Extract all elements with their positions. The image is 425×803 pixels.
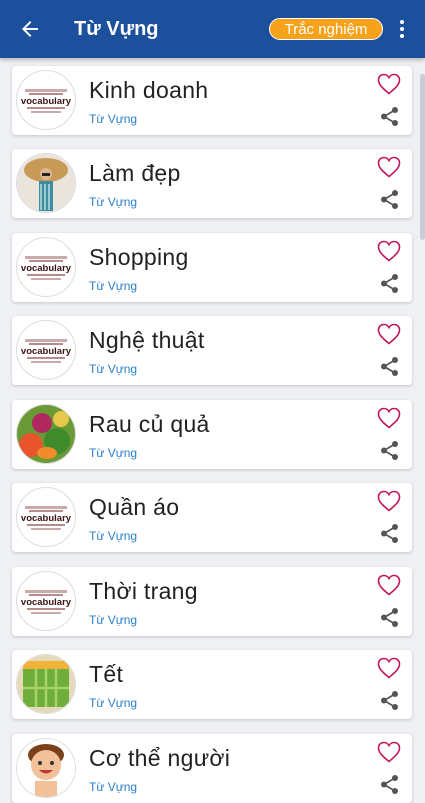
topic-category: Từ Vựng xyxy=(89,112,138,126)
list-item[interactable]: vocabulary Nghệ thuật Từ Vựng xyxy=(12,316,412,385)
share-icon[interactable] xyxy=(379,106,400,127)
topic-category: Từ Vựng xyxy=(89,529,138,543)
favorite-heart-icon[interactable] xyxy=(377,490,401,512)
topic-title: Shopping xyxy=(89,244,189,270)
vocabulary-thumbnail: vocabulary xyxy=(16,320,76,380)
favorite-heart-icon[interactable] xyxy=(377,657,401,679)
list-item[interactable]: Làm đẹp Từ Vựng xyxy=(12,149,412,218)
share-icon[interactable] xyxy=(379,690,400,711)
vegetables-thumbnail xyxy=(16,404,76,464)
list-item[interactable]: Rau củ quả Từ Vựng xyxy=(12,400,412,469)
quiz-button[interactable]: Trắc nghiệm xyxy=(269,18,383,40)
list-item[interactable]: Cơ thể người Từ Vựng xyxy=(12,734,412,803)
share-icon[interactable] xyxy=(379,607,400,628)
favorite-heart-icon[interactable] xyxy=(377,741,401,763)
topic-category: Từ Vựng xyxy=(89,780,138,794)
topic-category: Từ Vựng xyxy=(89,362,138,376)
cartoon-boy-thumbnail xyxy=(16,738,76,798)
share-icon[interactable] xyxy=(379,189,400,210)
topic-title: Rau củ quả xyxy=(89,411,210,437)
vocabulary-thumbnail: vocabulary xyxy=(16,237,76,297)
topic-category: Từ Vựng xyxy=(89,696,138,710)
topic-title: Kinh doanh xyxy=(89,77,209,103)
topic-title: Nghệ thuật xyxy=(89,327,205,353)
list-item[interactable]: vocabulary Kinh doanh Từ Vựng xyxy=(12,66,412,135)
banh-chung-thumbnail xyxy=(16,654,76,714)
svg-text:vocabulary: vocabulary xyxy=(21,597,72,608)
scrollbar[interactable] xyxy=(420,74,425,240)
svg-text:vocabulary: vocabulary xyxy=(21,263,72,274)
favorite-heart-icon[interactable] xyxy=(377,574,401,596)
svg-text:vocabulary: vocabulary xyxy=(21,346,72,357)
share-icon[interactable] xyxy=(379,273,400,294)
favorite-heart-icon[interactable] xyxy=(377,73,401,95)
share-icon[interactable] xyxy=(379,774,400,795)
page-title: Từ Vựng xyxy=(74,17,159,40)
favorite-heart-icon[interactable] xyxy=(377,156,401,178)
share-icon[interactable] xyxy=(379,356,400,377)
favorite-heart-icon[interactable] xyxy=(377,407,401,429)
topic-title: Làm đẹp xyxy=(89,160,181,186)
app-bar: Từ Vựng Trắc nghiệm xyxy=(0,0,425,58)
more-options-icon[interactable] xyxy=(396,17,408,43)
topic-title: Cơ thể người xyxy=(89,745,231,771)
woman-hat-thumbnail xyxy=(16,153,76,213)
favorite-heart-icon[interactable] xyxy=(377,240,401,262)
back-arrow-icon[interactable] xyxy=(18,17,42,41)
list-item[interactable]: Tết Từ Vựng xyxy=(12,650,412,719)
topic-category: Từ Vựng xyxy=(89,446,138,460)
topic-category: Từ Vựng xyxy=(89,279,138,293)
svg-text:vocabulary: vocabulary xyxy=(21,513,72,524)
favorite-heart-icon[interactable] xyxy=(377,323,401,345)
vocabulary-thumbnail: vocabulary xyxy=(16,487,76,547)
list-item[interactable]: vocabulary Quần áo Từ Vựng xyxy=(12,483,412,552)
vocabulary-thumbnail: vocabulary xyxy=(16,70,76,130)
topic-category: Từ Vựng xyxy=(89,613,138,627)
list-item[interactable]: vocabulary Shopping Từ Vựng xyxy=(12,233,412,302)
list-item[interactable]: vocabulary Thời trang Từ Vựng xyxy=(12,567,412,636)
share-icon[interactable] xyxy=(379,440,400,461)
share-icon[interactable] xyxy=(379,523,400,544)
topic-title: Thời trang xyxy=(89,578,198,604)
topic-title: Tết xyxy=(89,661,124,687)
topic-list: vocabulary Kinh doanh Từ Vựng Làm đẹp Từ xyxy=(0,58,425,803)
topic-title: Quần áo xyxy=(89,494,180,520)
topic-category: Từ Vựng xyxy=(89,195,138,209)
vocabulary-thumbnail: vocabulary xyxy=(16,571,76,631)
svg-text:vocabulary: vocabulary xyxy=(21,96,72,107)
